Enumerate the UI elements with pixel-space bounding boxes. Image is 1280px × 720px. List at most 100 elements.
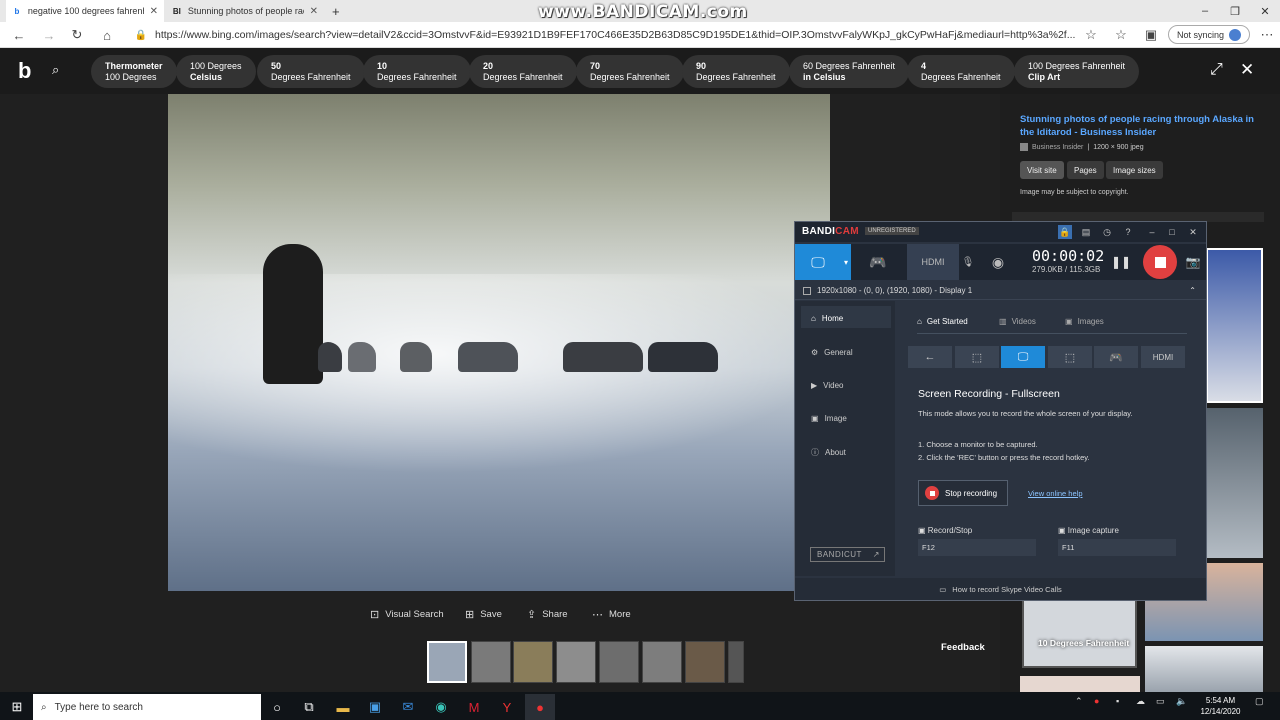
tray-chevron-icon[interactable]: ⌃ (1075, 696, 1083, 707)
volume-icon[interactable]: 🔈 (1176, 696, 1187, 707)
stop-recording-button[interactable]: Stop recording (918, 480, 1008, 506)
mouse-region-icon[interactable]: ⬚ (1048, 346, 1092, 368)
hdmi-mode-icon[interactable]: HDMI (907, 244, 959, 280)
thumbnail[interactable] (513, 641, 553, 683)
feedback-link[interactable]: Feedback (941, 642, 985, 653)
device-mode-icon[interactable]: HDMI (1141, 346, 1185, 368)
thumbnail[interactable] (471, 641, 511, 683)
clock-icon[interactable]: ◷ (1100, 225, 1114, 239)
related-pill[interactable]: 100 Degrees Fahrenheit Clip Art (1014, 55, 1140, 88)
tab-images[interactable]: ▣ Images (1065, 317, 1104, 326)
back-icon[interactable]: ← (6, 22, 32, 48)
more-icon[interactable]: ⋯ (1254, 22, 1280, 48)
url-field[interactable]: https://www.bing.com/images/search?view=… (155, 22, 1075, 48)
thumbnail[interactable] (427, 641, 467, 683)
expand-icon[interactable]: ⤢ (1210, 61, 1223, 79)
favorites-icon[interactable]: ☆ (1108, 22, 1134, 48)
close-icon[interactable]: ✕ (1186, 225, 1200, 239)
game-mode-icon[interactable]: 🎮 (1094, 346, 1138, 368)
file-explorer-icon[interactable]: ▬ (328, 694, 358, 720)
tab-get-started[interactable]: ⌂ Get Started (917, 317, 968, 326)
thumbnail[interactable] (642, 641, 682, 683)
close-tab-icon[interactable]: ✕ (150, 6, 158, 17)
related-pill[interactable]: 60 Degrees Fahrenheit in Celsius (789, 55, 910, 88)
edge-icon[interactable]: ◉ (426, 694, 456, 720)
taskbar-search[interactable]: ⌕ Type here to search (33, 694, 261, 720)
related-pill[interactable]: 4 Degrees Fahrenheit (907, 55, 1015, 88)
online-help-link[interactable]: View online help (1028, 489, 1083, 498)
tab-videos[interactable]: ▥ Videos (999, 317, 1036, 326)
related-pill[interactable]: 90 Degrees Fahrenheit (682, 55, 790, 88)
bing-logo-icon[interactable]: b (18, 58, 31, 84)
cortana-icon[interactable]: ○ (262, 694, 292, 720)
microphone-icon[interactable]: 🎙 (961, 244, 975, 280)
fullscreen-mode-icon[interactable]: 🖵 (1001, 346, 1045, 368)
bandicam-taskbar-icon[interactable]: ● (525, 694, 555, 720)
task-view-icon[interactable]: ⧉ (294, 694, 324, 720)
main-image[interactable] (168, 94, 830, 591)
region-mode-icon[interactable]: ⬚ (955, 346, 999, 368)
mail-icon[interactable]: ✉ (393, 694, 423, 720)
related-image[interactable] (1206, 248, 1263, 403)
chevron-down-icon[interactable]: ▾ (841, 244, 851, 280)
related-pill[interactable]: 20 Degrees Fahrenheit (469, 55, 577, 88)
close-tab-icon[interactable]: ✕ (310, 6, 318, 17)
related-pill[interactable]: Thermometer 100 Degrees (91, 55, 177, 88)
bandicut-button[interactable]: BANDICUT ↗ (810, 547, 885, 562)
camera-icon[interactable]: 📷 (1181, 244, 1205, 280)
game-mode-icon[interactable]: 🎮 (859, 244, 897, 280)
record-hotkey-field[interactable]: F12 (918, 539, 1036, 556)
related-image[interactable] (1206, 408, 1263, 558)
search-icon[interactable]: ⌕ (52, 62, 59, 78)
onedrive-icon[interactable]: ☁ (1136, 696, 1145, 707)
screen-mode-icon[interactable]: 🖵 (795, 244, 841, 280)
refresh-icon[interactable]: ↻ (64, 22, 90, 48)
back-arrow-icon[interactable]: ← (908, 346, 952, 368)
network-icon[interactable]: ▭ (1156, 696, 1165, 707)
lock-icon[interactable]: 🔒 (128, 22, 154, 48)
display-selector[interactable]: 1920x1080 - (0, 0), (1920, 1080) - Displ… (795, 282, 1206, 300)
sidebar-item-home[interactable]: ⌂ Home (811, 311, 843, 325)
share-button[interactable]: ⇪ Share (527, 606, 568, 622)
related-pill[interactable]: 50 Degrees Fahrenheit (257, 55, 365, 88)
help-icon[interactable]: ? (1121, 225, 1135, 239)
footer-link[interactable]: How to record Skype Video Calls (952, 585, 1062, 594)
maximize-icon[interactable]: ❐ (1220, 0, 1250, 22)
close-viewer-icon[interactable]: ✕ (1240, 60, 1254, 80)
yandex-icon[interactable]: Y (492, 694, 522, 720)
thumbnail[interactable] (556, 641, 596, 683)
sidebar-item-video[interactable]: ▶ Video (811, 378, 843, 392)
bandicam-footer[interactable]: ▭ How to record Skype Video Calls (795, 578, 1206, 600)
clock[interactable]: 5:54 AM 12/14/2020 (1198, 695, 1243, 717)
image-sizes-button[interactable]: Image sizes (1106, 161, 1163, 179)
close-window-icon[interactable]: ✕ (1250, 0, 1280, 22)
visual-search-button[interactable]: ⊡ Visual Search (370, 606, 444, 622)
maximize-icon[interactable]: □ (1165, 225, 1179, 239)
checkbox[interactable] (803, 286, 811, 295)
thumbnail[interactable] (728, 641, 744, 683)
related-pill[interactable]: 10 Degrees Fahrenheit (363, 55, 471, 88)
image-title-link[interactable]: Stunning photos of people racing through… (1020, 113, 1260, 139)
profile-sync-button[interactable]: Not syncing (1168, 25, 1251, 44)
store-icon[interactable]: ▣ (360, 694, 390, 720)
related-pill[interactable]: 70 Degrees Fahrenheit (576, 55, 684, 88)
related-image[interactable] (1020, 676, 1140, 692)
webcam-icon[interactable]: ◉ (979, 244, 1017, 280)
pages-button[interactable]: Pages (1067, 161, 1104, 179)
minimize-icon[interactable]: – (1190, 0, 1220, 22)
favorite-star-icon[interactable]: ☆ (1078, 22, 1104, 48)
notifications-icon[interactable]: ▢ (1255, 696, 1264, 707)
collections-icon[interactable]: ▣ (1138, 22, 1164, 48)
tab-business-insider[interactable]: BI Stunning photos of people racing ✕ (166, 0, 324, 22)
stop-record-button[interactable] (1143, 245, 1177, 279)
forward-icon[interactable]: → (36, 22, 62, 48)
sidebar-item-general[interactable]: ⚙ General (811, 345, 853, 359)
pause-icon[interactable]: ❚❚ (1109, 244, 1133, 280)
tab-bing[interactable]: b negative 100 degrees fahrenheit ✕ (6, 0, 164, 22)
new-tab-button[interactable]: + (326, 0, 346, 22)
sidebar-item-about[interactable]: ⓘ About (811, 445, 846, 459)
windows-start-icon[interactable]: ⊞ (2, 694, 32, 720)
capture-hotkey-field[interactable]: F11 (1058, 539, 1176, 556)
tray-record-icon[interactable]: ● (1094, 696, 1099, 706)
chevron-up-icon[interactable]: ⌃ (1189, 286, 1196, 295)
